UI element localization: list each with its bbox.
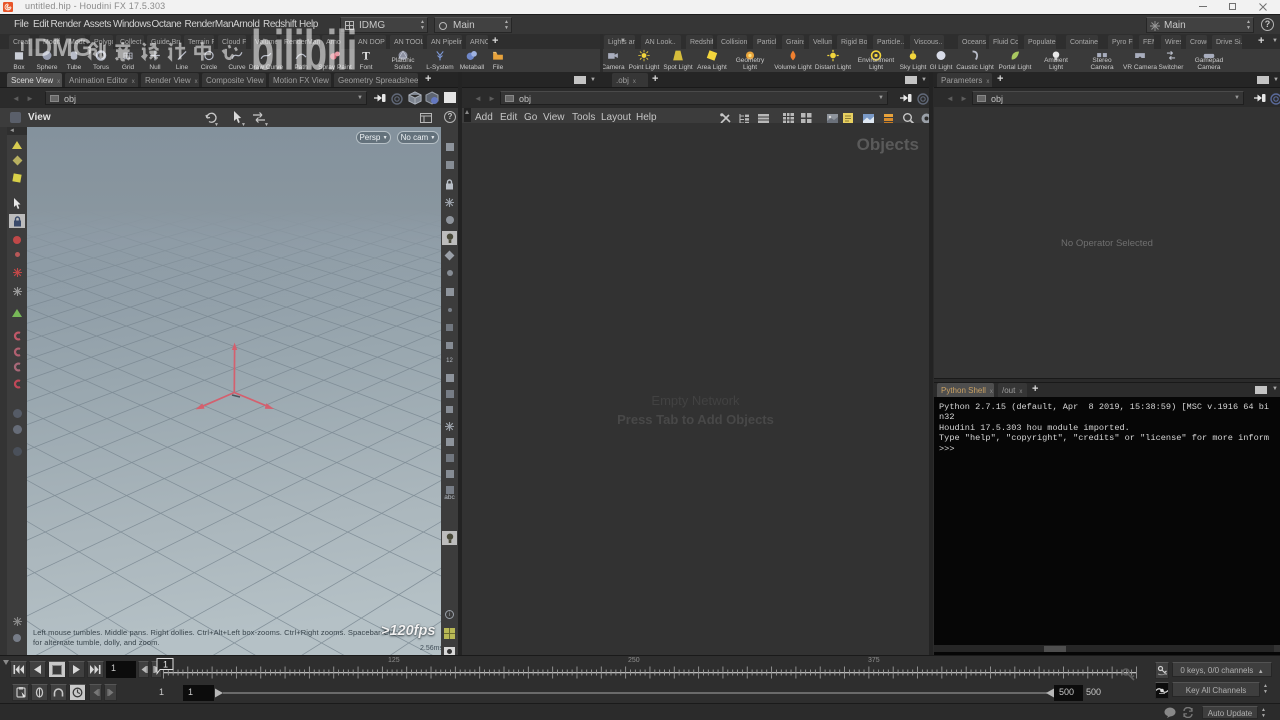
svg-text:T: T	[362, 51, 370, 62]
svg-text:1: 1	[163, 660, 168, 670]
